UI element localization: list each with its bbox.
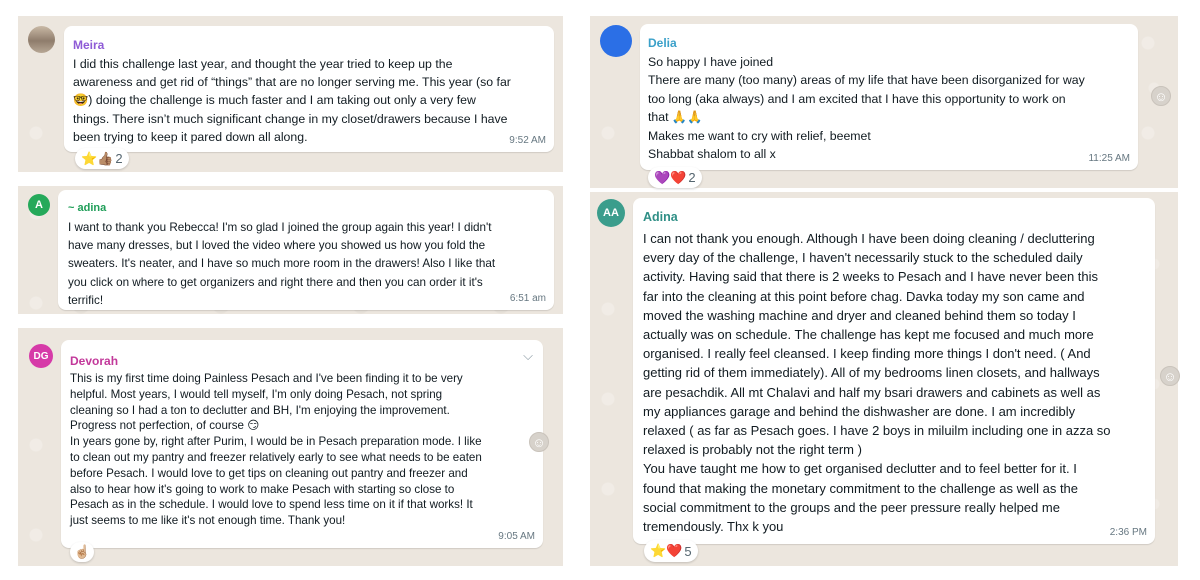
avatar[interactable]: AA [597,199,625,227]
message-text: I did this challenge last year, and thou… [73,57,511,144]
sender-name: ~ adina [68,202,107,214]
sender-name: Meira [73,38,105,52]
message-text: I can not thank you enough. Although I h… [643,231,1111,535]
message-bubble[interactable]: Delia So happy I have joined There are m… [640,24,1138,170]
avatar-initials: DG [33,350,49,362]
reaction-emojis: ⭐👍🏽 [81,150,114,166]
reaction-count: 5 [684,543,692,559]
avatar[interactable]: DG [29,344,53,368]
avatar-initials: A [35,199,43,211]
smiley-icon[interactable]: ☺ [1160,366,1180,386]
message-text: This is my first time doing Painless Pes… [70,372,482,528]
message-time: 11:25 AM [1088,153,1130,164]
reaction-emojis: 💜❤️ [654,169,687,185]
chat-panel-meira: Meira I did this challenge last year, an… [18,16,563,172]
message-time: 9:05 AM [498,531,535,542]
sender-name: Adina [643,210,678,224]
message-text: I want to thank you Rebecca! I'm so glad… [68,221,496,307]
avatar[interactable] [28,26,55,53]
message-time: 6:51 am [509,293,546,304]
reaction-pill[interactable]: ⭐❤️ 5 [644,540,698,562]
chevron-down-icon[interactable]: ⌵ [523,348,533,364]
message-time: 2:36 PM [1109,527,1147,538]
reaction-emojis: ☝🏼 [74,544,91,559]
chat-panel-delia: Delia So happy I have joined There are m… [590,16,1178,188]
message-bubble[interactable]: Adina I can not thank you enough. Althou… [633,198,1155,544]
message-bubble[interactable]: Meira I did this challenge last year, an… [64,26,554,152]
chat-panel-devorah: DG Devorah ⌵ This is my first time doing… [18,328,563,566]
message-bubble[interactable]: Devorah ⌵ This is my first time doing Pa… [61,340,543,548]
chat-panel-adina-aa: AA Adina I can not thank you enough. Alt… [590,192,1180,566]
chat-panel-adina: A ~ adina I want to thank you Rebecca! I… [18,186,563,314]
message-text: So happy I have joined There are many (t… [648,55,1085,162]
sender-name: Delia [648,36,677,50]
reaction-count: 2 [688,170,696,185]
reaction-count: 2 [115,151,123,166]
avatar[interactable]: A [28,194,50,216]
avatar[interactable] [600,25,632,57]
message-bubble[interactable]: ~ adina I want to thank you Rebecca! I'm… [58,190,554,310]
message-time: 9:52 AM [509,135,546,146]
avatar-initials: AA [603,207,619,219]
reaction-pill[interactable]: ☝🏼 [70,542,95,562]
sender-name: Devorah [70,354,119,368]
reaction-emojis: ⭐❤️ [650,543,683,558]
reaction-pill[interactable]: 💜❤️ 2 [648,167,702,188]
smiley-icon[interactable]: ☺ [1151,86,1171,106]
reaction-pill[interactable]: ⭐👍🏽 2 [75,148,129,169]
smiley-icon[interactable]: ☺ [529,432,549,452]
